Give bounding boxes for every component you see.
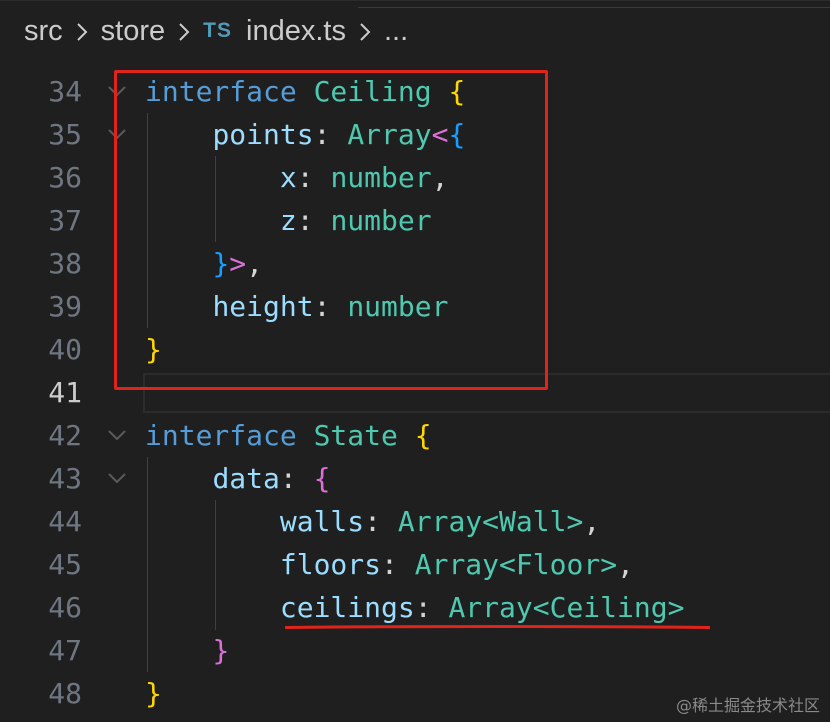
line-number: 48 <box>48 677 82 710</box>
chevron-right-icon <box>350 17 380 47</box>
typescript-file-icon: TS <box>203 18 232 42</box>
code-line[interactable]: 46 ceilings: Array<Ceiling> <box>0 586 830 629</box>
code-line[interactable]: 47 } <box>0 629 830 672</box>
highlight-box-annotation <box>114 70 548 390</box>
code-text: floors: Array<Floor>, <box>279 548 634 581</box>
breadcrumb: src store TS index.ts ... <box>0 0 830 62</box>
line-number: 47 <box>48 634 82 667</box>
code-text: ceilings: Array<Ceiling> <box>279 591 685 624</box>
code-text: interface State { <box>145 419 432 452</box>
line-number: 39 <box>48 290 82 323</box>
code-editor[interactable]: 34 interface Ceiling { 35 points: Array<… <box>0 62 830 722</box>
line-number: 43 <box>48 462 82 495</box>
code-text: walls: Array<Wall>, <box>279 505 601 538</box>
line-number: 34 <box>48 75 82 108</box>
line-number: 35 <box>48 118 82 151</box>
line-number: 40 <box>48 333 82 366</box>
code-line[interactable]: 43 data: { <box>0 457 830 500</box>
breadcrumb-item-file[interactable]: index.ts <box>246 15 346 48</box>
breadcrumb-item-store[interactable]: store <box>101 15 165 48</box>
code-text: } <box>145 677 162 710</box>
fold-chevron-down-icon[interactable] <box>106 424 128 446</box>
code-line[interactable]: 45 floors: Array<Floor>, <box>0 543 830 586</box>
watermark: @稀土掘金技术社区 <box>675 696 820 715</box>
breadcrumb-item-src[interactable]: src <box>24 15 63 48</box>
code-text: } <box>212 634 230 667</box>
code-line[interactable]: 44 walls: Array<Wall>, <box>0 500 830 543</box>
tab-divider <box>358 1 830 8</box>
fold-chevron-down-icon[interactable] <box>106 467 128 489</box>
code-line[interactable]: 42 interface State { <box>0 414 830 457</box>
chevron-right-icon <box>67 17 97 47</box>
underline-annotation <box>285 625 710 629</box>
chevron-right-icon <box>169 17 199 47</box>
breadcrumb-item-symbol[interactable]: ... <box>384 15 408 48</box>
line-number: 42 <box>48 419 82 452</box>
line-number: 36 <box>48 161 82 194</box>
line-number: 46 <box>48 591 82 624</box>
code-text: data: { <box>212 462 331 495</box>
line-number: 44 <box>48 505 82 538</box>
line-number: 41 <box>48 376 82 409</box>
line-number: 38 <box>48 247 82 280</box>
line-number: 45 <box>48 548 82 581</box>
line-number: 37 <box>48 204 82 237</box>
